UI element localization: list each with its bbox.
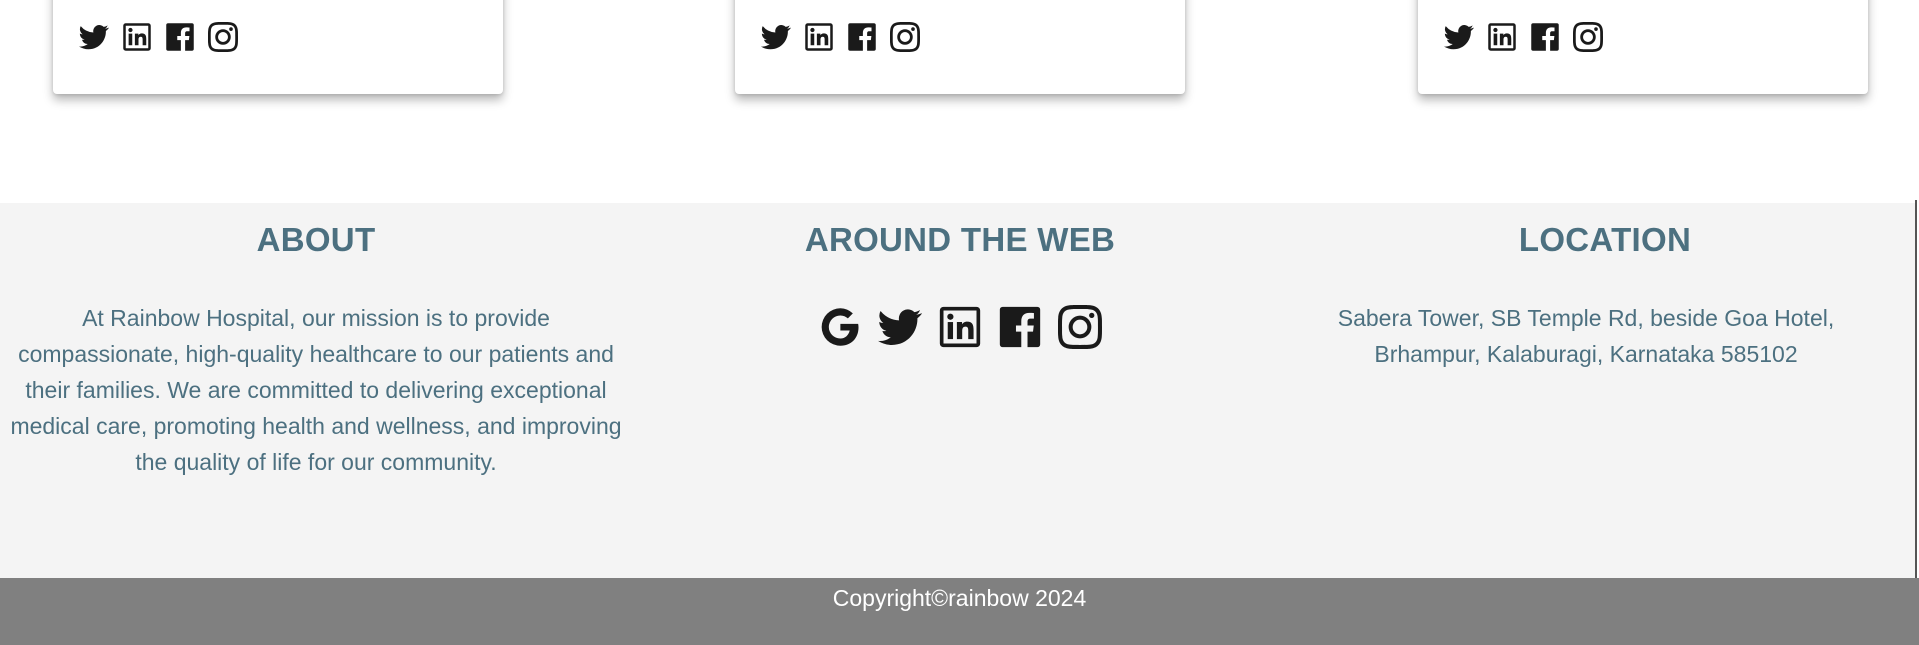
linkedin-icon[interactable]: [121, 21, 153, 53]
instagram-icon[interactable]: [207, 21, 239, 53]
instagram-icon[interactable]: [889, 21, 921, 53]
instagram-icon[interactable]: [1572, 21, 1604, 53]
address-line-2: Brhampur, Kalaburagi, Karnataka 585102: [1374, 341, 1798, 367]
google-icon[interactable]: [817, 304, 863, 350]
about-heading: ABOUT: [256, 221, 376, 258]
twitter-icon[interactable]: [877, 304, 923, 350]
copyright-bar: Copyright©rainbow 2024: [0, 578, 1919, 645]
twitter-icon[interactable]: [78, 21, 110, 53]
location-heading: LOCATION: [1518, 221, 1692, 258]
footer: ABOUT At Rainbow Hospital, our mission i…: [0, 203, 1917, 578]
card-social-links: [760, 21, 921, 53]
location-address: Sabera Tower, SB Temple Rd, beside Goa H…: [1285, 300, 1887, 372]
facebook-icon[interactable]: [846, 21, 878, 53]
facebook-icon[interactable]: [1529, 21, 1561, 53]
linkedin-icon[interactable]: [803, 21, 835, 53]
twitter-icon[interactable]: [760, 21, 792, 53]
twitter-icon[interactable]: [1443, 21, 1475, 53]
team-card: [1418, 0, 1868, 94]
around-the-web-heading: AROUND THE WEB: [804, 221, 1116, 258]
web-social-links: [640, 304, 1280, 350]
team-card: [735, 0, 1185, 94]
address-line-1: Sabera Tower, SB Temple Rd, beside Goa H…: [1337, 305, 1835, 331]
page: ABOUT At Rainbow Hospital, our mission i…: [0, 0, 1919, 645]
card-social-links: [78, 21, 239, 53]
linkedin-icon[interactable]: [937, 304, 983, 350]
linkedin-icon[interactable]: [1486, 21, 1518, 53]
about-text: At Rainbow Hospital, our mission is to p…: [10, 305, 622, 475]
card-social-links: [1443, 21, 1604, 53]
instagram-icon[interactable]: [1057, 304, 1103, 350]
facebook-icon[interactable]: [164, 21, 196, 53]
team-card: [53, 0, 503, 94]
scrollbar-edge: [1915, 200, 1917, 578]
copyright-text: Copyright©rainbow 2024: [832, 585, 1087, 611]
facebook-icon[interactable]: [997, 304, 1043, 350]
